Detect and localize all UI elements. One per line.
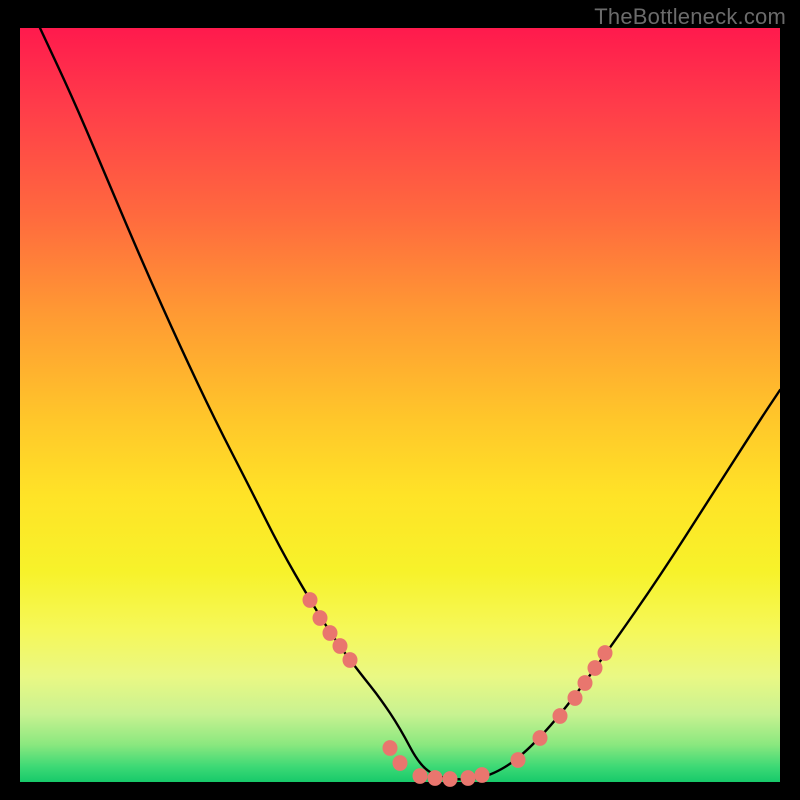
curve-markers xyxy=(303,592,613,787)
curve-marker xyxy=(598,645,613,661)
curve-marker xyxy=(568,690,583,706)
curve-marker xyxy=(578,675,593,691)
curve-marker xyxy=(461,770,476,786)
watermark-text: TheBottleneck.com xyxy=(594,4,786,30)
curve-marker xyxy=(393,755,408,771)
curve-marker xyxy=(303,592,318,608)
curve-marker xyxy=(443,771,458,787)
curve-marker xyxy=(313,610,328,626)
curve-marker xyxy=(428,770,443,786)
curve-marker xyxy=(383,740,398,756)
curve-marker xyxy=(413,768,428,784)
curve-marker xyxy=(323,625,338,641)
chart-frame: TheBottleneck.com xyxy=(0,0,800,800)
curve-marker xyxy=(588,660,603,676)
bottleneck-curve xyxy=(40,28,780,779)
curve-marker xyxy=(333,638,348,654)
curve-marker xyxy=(343,652,358,668)
curve-marker xyxy=(553,708,568,724)
curve-marker xyxy=(533,730,548,746)
curve-marker xyxy=(511,752,526,768)
curve-marker xyxy=(475,767,490,783)
curve-svg xyxy=(20,28,780,782)
plot-area xyxy=(20,28,780,782)
